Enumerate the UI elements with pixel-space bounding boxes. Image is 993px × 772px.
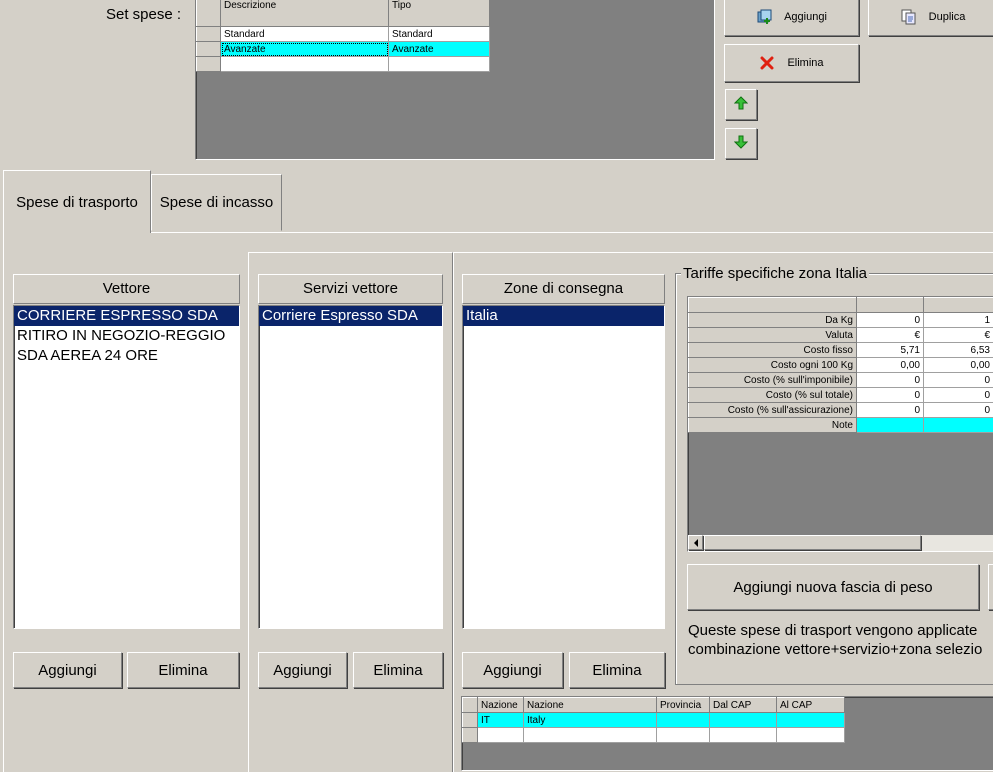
servizi-header: Servizi vettore [258, 274, 443, 304]
tariffa-row[interactable]: Costo (% sull'imponibile) 0 0 [689, 373, 993, 388]
tariffa-row[interactable]: Da Kg 0 1 [689, 313, 993, 328]
tariffe-grid[interactable]: Da Kg 0 1 Valuta € € Costo fisso 5,71 6,… [687, 296, 993, 552]
set-spese-grid[interactable]: Descrizione Tipo Standard Standard Avanz… [195, 0, 715, 160]
table-row-empty[interactable] [463, 728, 845, 743]
cell-descrizione[interactable]: Avanzate [221, 42, 389, 57]
col-header-dal-cap[interactable]: Dal CAP [710, 698, 777, 713]
nazioni-grid[interactable]: Nazione Nazione Provincia Dal CAP Al CAP… [461, 696, 993, 771]
col-header-nazione[interactable]: Nazione [524, 698, 657, 713]
cell-provincia[interactable] [657, 713, 710, 728]
horizontal-scrollbar[interactable] [688, 535, 993, 551]
tariffa-row[interactable]: Costo fisso 5,71 6,53 [689, 343, 993, 358]
cell-nazione[interactable]: Italy [524, 713, 657, 728]
list-item[interactable]: Italia [463, 306, 664, 326]
tariffe-title: Tariffe specifiche zona Italia [681, 265, 869, 282]
vettore-header: Vettore [13, 274, 240, 304]
duplica-set-button[interactable]: Duplica [868, 0, 993, 36]
col-header-descrizione[interactable]: Descrizione [221, 0, 389, 27]
cell-descrizione[interactable]: Standard [221, 27, 389, 42]
list-item[interactable]: Corriere Espresso SDA [259, 306, 442, 326]
zone-list[interactable]: Italia [462, 305, 665, 629]
move-down-button[interactable] [725, 128, 757, 159]
set-spese-table: Descrizione Tipo Standard Standard Avanz… [196, 0, 490, 72]
scroll-left-icon [693, 535, 699, 550]
corner-cell [197, 0, 221, 27]
col-header-tipo[interactable]: Tipo [389, 0, 490, 27]
cell-tipo[interactable]: Avanzate [389, 42, 490, 57]
list-item[interactable]: RITIRO IN NEGOZIO-REGGIO [14, 326, 239, 346]
elimina-servizio-button[interactable]: Elimina [353, 652, 443, 688]
table-row[interactable]: Standard Standard [197, 27, 490, 42]
aggiungi-vettore-button[interactable]: Aggiungi [13, 652, 122, 688]
tariffe-note-line1: Queste spese di trasport vengono applica… [688, 622, 977, 639]
scroll-left-button[interactable] [688, 535, 703, 550]
cell-nazione-code[interactable]: IT [478, 713, 524, 728]
col-header-al-cap[interactable]: Al CAP [777, 698, 845, 713]
col-header-nazione-code[interactable]: Nazione [478, 698, 524, 713]
scroll-thumb[interactable] [704, 535, 921, 550]
servizi-list[interactable]: Corriere Espresso SDA [258, 305, 443, 629]
arrow-up-icon [734, 96, 748, 113]
tab-spese-di-trasporto[interactable]: Spese di trasporto [3, 170, 151, 233]
cell-al-cap[interactable] [777, 713, 845, 728]
aggiungi-set-button[interactable]: Aggiungi [724, 0, 859, 36]
list-item[interactable]: SDA AEREA 24 ORE [14, 346, 239, 366]
elimina-vettore-button[interactable]: Elimina [127, 652, 239, 688]
elimina-set-button[interactable]: Elimina [724, 44, 859, 82]
tariffa-row-note[interactable]: Note [689, 418, 993, 433]
aggiungi-servizio-button[interactable]: Aggiungi [258, 652, 347, 688]
zone-header: Zone di consegna [462, 274, 665, 304]
aggiungi-zona-button[interactable]: Aggiungi [462, 652, 563, 688]
set-spese-label: Set spese : [106, 6, 181, 23]
duplica-set-label: Duplica [929, 11, 966, 23]
tariffe-table: Da Kg 0 1 Valuta € € Costo fisso 5,71 6,… [688, 297, 993, 433]
cell-tipo[interactable]: Standard [389, 27, 490, 42]
elimina-set-label: Elimina [787, 57, 823, 69]
vettore-list[interactable]: CORRIERE ESPRESSO SDA RITIRO IN NEGOZIO-… [13, 305, 240, 629]
tariffa-row[interactable]: Costo (% sul totale) 0 0 [689, 388, 993, 403]
tariffe-note-line2: combinazione vettore+servizio+zona selez… [688, 641, 982, 658]
delete-x-icon [759, 55, 775, 71]
move-up-button[interactable] [725, 89, 757, 120]
arrow-down-icon [734, 135, 748, 152]
col-header-provincia[interactable]: Provincia [657, 698, 710, 713]
partial-button-right[interactable] [988, 564, 993, 610]
table-row-selected[interactable]: Avanzate Avanzate [197, 42, 490, 57]
add-set-icon [756, 9, 772, 25]
duplicate-icon [901, 9, 917, 25]
tariffa-row[interactable]: Valuta € € [689, 328, 993, 343]
list-item[interactable]: CORRIERE ESPRESSO SDA [14, 306, 239, 326]
tariffa-row[interactable]: Costo (% sull'assicurazione) 0 0 [689, 403, 993, 418]
tariffa-row[interactable]: Costo ogni 100 Kg 0,00 0,00 [689, 358, 993, 373]
cell-dal-cap[interactable] [710, 713, 777, 728]
nazioni-table: Nazione Nazione Provincia Dal CAP Al CAP… [462, 697, 845, 743]
table-row-selected[interactable]: IT Italy [463, 713, 845, 728]
aggiungi-fascia-button[interactable]: Aggiungi nuova fascia di peso [687, 564, 979, 610]
table-row-empty[interactable] [197, 57, 490, 72]
elimina-zona-button[interactable]: Elimina [569, 652, 665, 688]
aggiungi-set-label: Aggiungi [784, 11, 827, 23]
tab-spese-di-incasso[interactable]: Spese di incasso [151, 174, 282, 231]
